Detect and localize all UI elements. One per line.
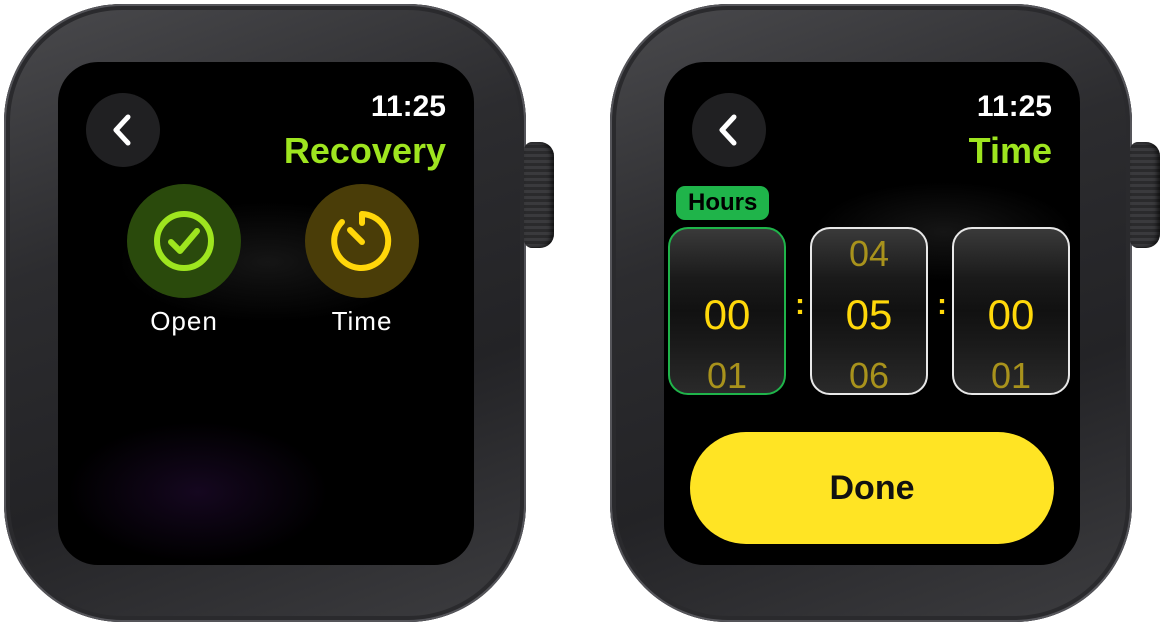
watch-screen: 11:25 Time Hours 00 01 : 04 05 06 : 00 0… (664, 62, 1080, 565)
hours-next-value: 01 (706, 355, 748, 395)
minutes-next-value: 06 (848, 355, 890, 395)
watch-time-picker: 11:25 Time Hours 00 01 : 04 05 06 : 00 0… (606, 0, 1160, 627)
done-button[interactable]: Done (690, 432, 1054, 544)
chevron-left-icon (113, 114, 131, 146)
time-label: Time (331, 306, 393, 336)
page-title: Time (968, 130, 1052, 171)
seconds-next-value: 01 (990, 355, 1032, 395)
timer-icon (331, 211, 392, 271)
page-title: Recovery (283, 130, 446, 171)
time-separator: : (795, 288, 805, 321)
digital-crown[interactable] (1130, 142, 1160, 248)
time-separator: : (937, 288, 947, 321)
watch-recovery: 11:25 Recovery Open Time (0, 0, 554, 627)
seconds-wheel[interactable]: 00 01 (952, 227, 1070, 395)
clock-time: 11:25 (976, 90, 1052, 123)
watch-screen: 11:25 Recovery Open Time (58, 62, 474, 565)
clock-time: 11:25 (370, 90, 446, 123)
checkmark-circle-icon (154, 211, 214, 271)
time-action[interactable]: Time (292, 184, 432, 337)
hours-value: 00 (703, 291, 751, 338)
minutes-value: 05 (845, 291, 893, 338)
back-button[interactable] (692, 93, 766, 167)
seconds-value: 00 (987, 291, 1035, 338)
background-glow (68, 422, 328, 562)
chevron-left-icon (719, 114, 737, 146)
open-action[interactable]: Open (114, 184, 254, 337)
digital-crown[interactable] (524, 142, 554, 248)
back-button[interactable] (86, 93, 160, 167)
hours-label-badge: Hours (676, 186, 770, 220)
open-button[interactable] (127, 184, 241, 298)
open-label: Open (150, 306, 218, 336)
minutes-prev-value: 04 (848, 233, 890, 274)
hours-wheel[interactable]: 00 01 (668, 227, 786, 395)
minutes-wheel[interactable]: 04 05 06 (810, 227, 928, 395)
time-button[interactable] (305, 184, 419, 298)
